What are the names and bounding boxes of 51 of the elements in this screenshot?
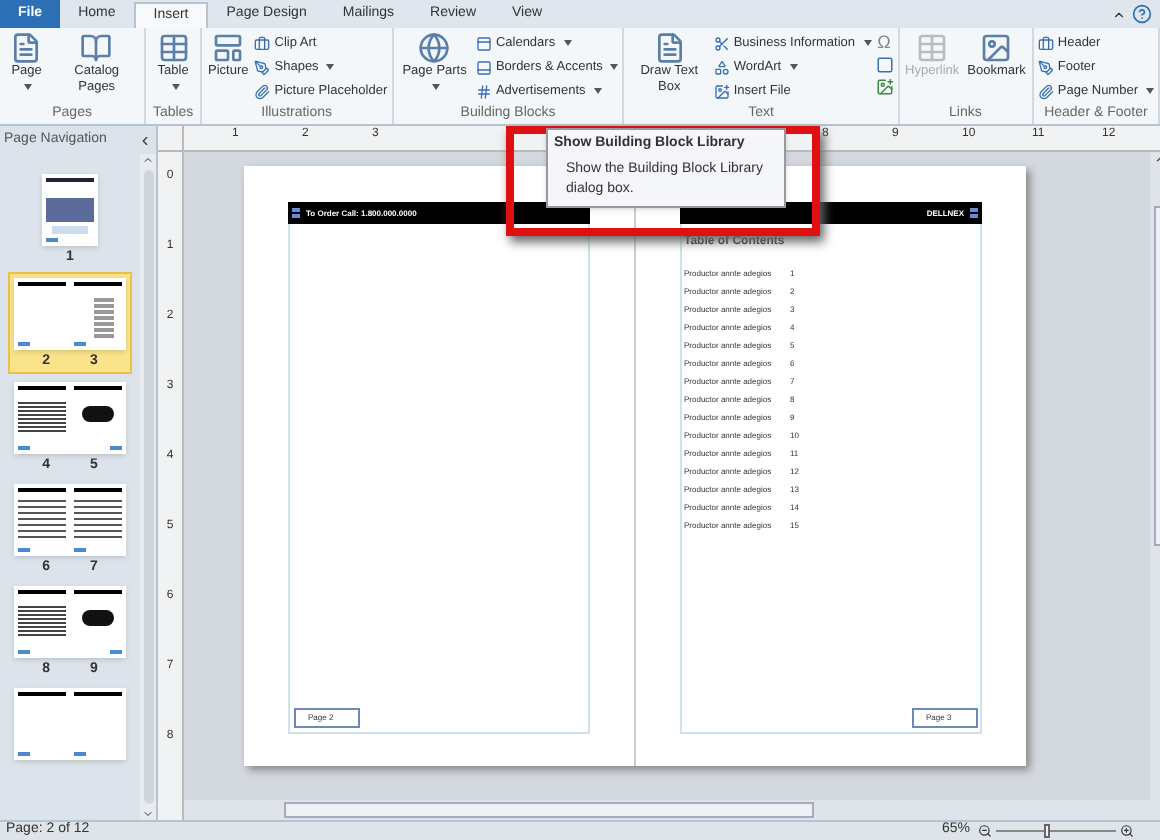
zoom-slider-thumb[interactable] [1044, 824, 1050, 838]
menu-icon [970, 208, 978, 218]
page-thumbnail-item[interactable] [8, 684, 132, 760]
collapse-icon[interactable] [138, 133, 152, 147]
table-icon [916, 32, 949, 64]
clip-icon [713, 35, 730, 51]
paperclip-icon [254, 83, 271, 99]
layout-icon [212, 32, 245, 64]
page-thumbnail [14, 382, 126, 454]
briefcase-icon [254, 35, 271, 51]
globe-icon [418, 32, 451, 64]
hash-icon [475, 83, 492, 99]
menu-icon [292, 208, 300, 218]
caret-icon [863, 40, 872, 46]
page-icon [10, 32, 43, 64]
paperclip-icon [1037, 83, 1054, 99]
collapse-icon[interactable] [1112, 8, 1126, 22]
zoom-out-icon[interactable] [978, 824, 992, 838]
scroll-up-icon [142, 154, 154, 166]
picture-icon[interactable] [875, 78, 894, 96]
caret-icon [789, 64, 798, 70]
caret-icon [24, 83, 33, 90]
caret-icon [563, 40, 572, 46]
shapes-icon [713, 59, 730, 75]
page-thumbnail [14, 586, 126, 658]
book-icon [80, 32, 113, 64]
caret-icon [593, 88, 602, 94]
pen-icon [1037, 59, 1054, 75]
page-thumbnail [14, 484, 126, 556]
help-icon[interactable] [1132, 4, 1152, 24]
zoom-in-icon[interactable] [1120, 824, 1134, 838]
caret-icon [610, 64, 619, 70]
header-icon [475, 35, 492, 51]
caret-icon [1146, 88, 1154, 94]
picture-icon [713, 83, 730, 99]
object-icon[interactable] [875, 56, 894, 74]
caret-icon [432, 83, 441, 90]
horizontal-scrollbar[interactable] [184, 800, 1150, 820]
briefcase-icon [1037, 35, 1054, 51]
picture-icon [980, 32, 1013, 64]
page-thumbnail [42, 174, 98, 246]
scroll-down-icon [142, 808, 154, 820]
page-thumbnail [14, 278, 126, 350]
pen-icon [254, 59, 271, 75]
scrollbar[interactable] [140, 154, 156, 820]
table-icon [157, 32, 190, 64]
page-icon [653, 32, 686, 64]
footer-icon [475, 59, 492, 75]
caret-icon [171, 83, 180, 90]
page-thumbnail [14, 688, 126, 760]
caret-icon [326, 64, 335, 70]
